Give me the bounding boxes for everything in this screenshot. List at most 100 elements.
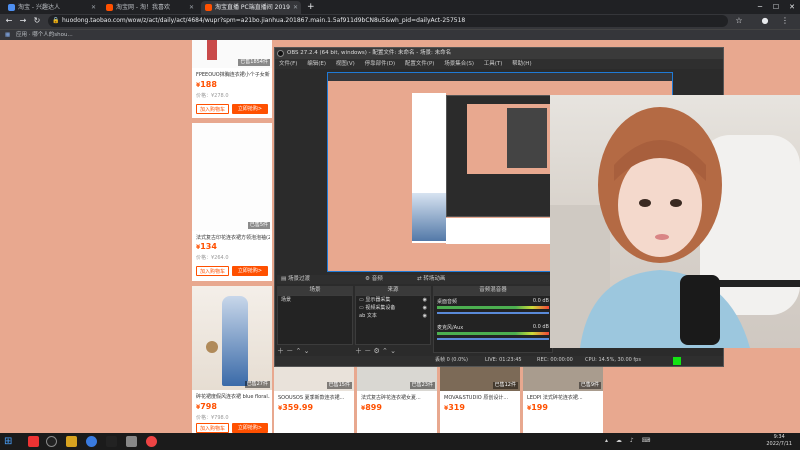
new-tab-button[interactable]: +	[307, 1, 315, 13]
obs-taskbar-icon[interactable]	[46, 436, 57, 447]
visibility-icon[interactable]: ◉	[423, 312, 427, 320]
product-image[interactable]: 已售5件	[192, 123, 272, 231]
add-icon[interactable]: ＋	[277, 347, 284, 355]
preview-dress-image	[412, 193, 446, 241]
app-icon-6[interactable]	[126, 436, 137, 447]
reload-icon[interactable]: ↻	[32, 15, 42, 27]
address-bar[interactable]: 🔒 huodong.taobao.com/wow/z/act/daily/act…	[48, 15, 728, 27]
down-icon[interactable]: ⌄	[304, 347, 310, 355]
product-title[interactable]: MOVA&STUDIO 原创设计...	[444, 394, 518, 401]
app-icon-3[interactable]	[66, 436, 77, 447]
menu-help[interactable]: 帮助(H)	[512, 61, 531, 67]
menu-docks[interactable]: 停靠部件(D)	[365, 61, 396, 67]
product-card[interactable]: 已售1854件 FPEEOUO抹胸连衣裙小个子女新款... ¥188 价格：¥2…	[192, 40, 272, 118]
close-icon[interactable]: ✕	[293, 1, 298, 14]
apps-icon[interactable]: ▦	[5, 30, 10, 40]
add-to-cart-button[interactable]: 加入购物车	[196, 266, 229, 276]
product-title[interactable]: 法式复古印花连衣裙方领泡泡袖(20...	[196, 234, 270, 241]
close-window-button[interactable]: ✕	[784, 0, 800, 14]
back-icon[interactable]: ←	[4, 15, 14, 27]
tab-label: 淘宝直播 PC端直播间 2019	[215, 4, 290, 11]
source-item[interactable]: ▭ 视频采集设备 ◉	[356, 304, 430, 312]
maximize-button[interactable]: ☐	[768, 0, 784, 14]
tab-transitions[interactable]: ⇄ 转场动画	[417, 275, 445, 284]
minimize-button[interactable]: ─	[752, 0, 768, 14]
product-title[interactable]: FPEEOUO抹胸连衣裙小个子女新款...	[196, 71, 270, 78]
product-title[interactable]: 碎花裙度假风连衣裙 blue floral...	[196, 393, 270, 400]
tab-2[interactable]: 淘宝网 - 淘！我喜欢 ✕	[102, 1, 197, 14]
visibility-icon[interactable]: ◉	[423, 296, 427, 304]
product-price: ¥188	[196, 80, 217, 89]
original-price: 价格：¥278.0	[196, 93, 229, 99]
scenes-list[interactable]: 场景	[277, 295, 353, 345]
close-icon[interactable]: ✕	[91, 1, 96, 14]
sources-toolbar: ＋ － ⚙ ⌃ ⌄	[355, 346, 396, 356]
sources-list[interactable]: ▭ 显示器采集 ◉ ▭ 视频采集设备 ◉ ab 文本 ◉	[355, 295, 431, 345]
left-eye	[639, 199, 651, 207]
product-title[interactable]: SOOUSOS 夏季新款连衣裙...	[278, 394, 352, 401]
status-live-time: LIVE: 01:23:45	[485, 357, 522, 363]
product-title[interactable]: LEDPI 法式碎花连衣裙...	[527, 394, 601, 401]
camera-icon: ▭	[359, 305, 364, 311]
product-card[interactable]: 已售12件 MOVA&STUDIO 原创设计... ¥319	[440, 367, 520, 433]
product-title[interactable]: 法式复古碎花连衣裙女夏...	[361, 394, 435, 401]
windows-start-icon[interactable]: ⊞	[4, 436, 12, 447]
taskbar-clock[interactable]: 9:34 2022/7/11	[766, 434, 792, 448]
buy-now-button[interactable]: 立即抢购>	[232, 266, 268, 276]
product-card[interactable]: 已售23件 法式复古碎花连衣裙女夏... ¥899	[357, 367, 437, 433]
product-card[interactable]: 已售27件 碎花裙度假风连衣裙 blue floral... ¥798 价格：¥…	[192, 286, 272, 433]
star-icon[interactable]: ☆	[734, 15, 744, 27]
tab-3-active[interactable]: 淘宝直播 PC端直播间 2019 ✕	[201, 1, 301, 14]
profile-icon[interactable]: ●	[760, 15, 770, 27]
gear-icon[interactable]: ⚙	[373, 347, 379, 355]
model-figure	[207, 40, 217, 60]
volume-meter	[437, 332, 549, 335]
add-icon[interactable]: ＋	[355, 347, 362, 355]
tab-scenes-docks[interactable]: ▤ 场景过渡	[281, 275, 310, 284]
buy-now-button[interactable]: 立即抢购>	[232, 104, 268, 114]
product-card[interactable]: 已售15件 SOOUSOS 夏季新款连衣裙... ¥359.99	[274, 367, 354, 433]
buy-now-button[interactable]: 立即抢购>	[232, 423, 268, 433]
visibility-icon[interactable]: ◉	[423, 304, 427, 312]
add-to-cart-button[interactable]: 加入购物车	[196, 104, 229, 114]
product-card[interactable]: 已售9件 LEDPI 法式碎花连衣裙... ¥199	[523, 367, 603, 433]
sources-dock-header: 来源	[355, 286, 431, 295]
steam-icon[interactable]	[106, 436, 117, 447]
menu-edit[interactable]: 编辑(E)	[307, 61, 326, 67]
menu-view[interactable]: 视图(V)	[336, 61, 355, 67]
scene-item[interactable]: 场景	[278, 296, 352, 304]
tab-audio[interactable]: ⚙ 音频	[365, 275, 383, 284]
system-tray[interactable]: ▴ ☁ ♪ ⌨	[605, 437, 653, 444]
volume-slider[interactable]	[437, 312, 549, 314]
menu-icon[interactable]: ⋮	[780, 15, 790, 27]
down-icon[interactable]: ⌄	[390, 347, 396, 355]
close-icon[interactable]: ✕	[189, 1, 194, 14]
remove-icon[interactable]: －	[286, 347, 293, 355]
tab-1[interactable]: 淘宝 - 兴趣达人 ✕	[4, 1, 99, 14]
weibo-icon[interactable]	[146, 436, 157, 447]
up-icon[interactable]: ⌃	[295, 347, 301, 355]
product-image[interactable]: 已售1854件	[192, 40, 272, 68]
chrome-icon[interactable]	[86, 436, 97, 447]
source-item[interactable]: ▭ 显示器采集 ◉	[356, 296, 430, 304]
product-image[interactable]: 已售23件	[357, 367, 437, 391]
volume-slider[interactable]	[437, 338, 549, 340]
add-to-cart-button[interactable]: 加入购物车	[196, 423, 229, 433]
product-image[interactable]: 已售9件	[523, 367, 603, 391]
menu-file[interactable]: 文件(F)	[279, 61, 297, 67]
product-image[interactable]: 已售15件	[274, 367, 354, 391]
status-rec-time: REC: 00:00:00	[537, 357, 573, 363]
bookmark-item[interactable]: 应用 · 哪个人的shou...	[16, 32, 73, 38]
product-image[interactable]: 已售27件	[192, 286, 272, 390]
product-image[interactable]: 已售12件	[440, 367, 520, 391]
up-icon[interactable]: ⌃	[382, 347, 388, 355]
app-icon-1[interactable]	[28, 436, 39, 447]
menu-scene-collection[interactable]: 场景集合(S)	[444, 61, 474, 67]
forward-icon[interactable]: →	[18, 15, 28, 27]
menu-profile[interactable]: 配置文件(P)	[405, 61, 435, 67]
product-card[interactable]: 已售5件 法式复古印花连衣裙方领泡泡袖(20... ¥134 价格：¥264.0…	[192, 123, 272, 281]
source-item[interactable]: ab 文本 ◉	[356, 312, 430, 320]
sold-badge: 已售5件	[247, 222, 270, 229]
menu-tools[interactable]: 工具(T)	[484, 61, 503, 67]
remove-icon[interactable]: －	[364, 347, 371, 355]
